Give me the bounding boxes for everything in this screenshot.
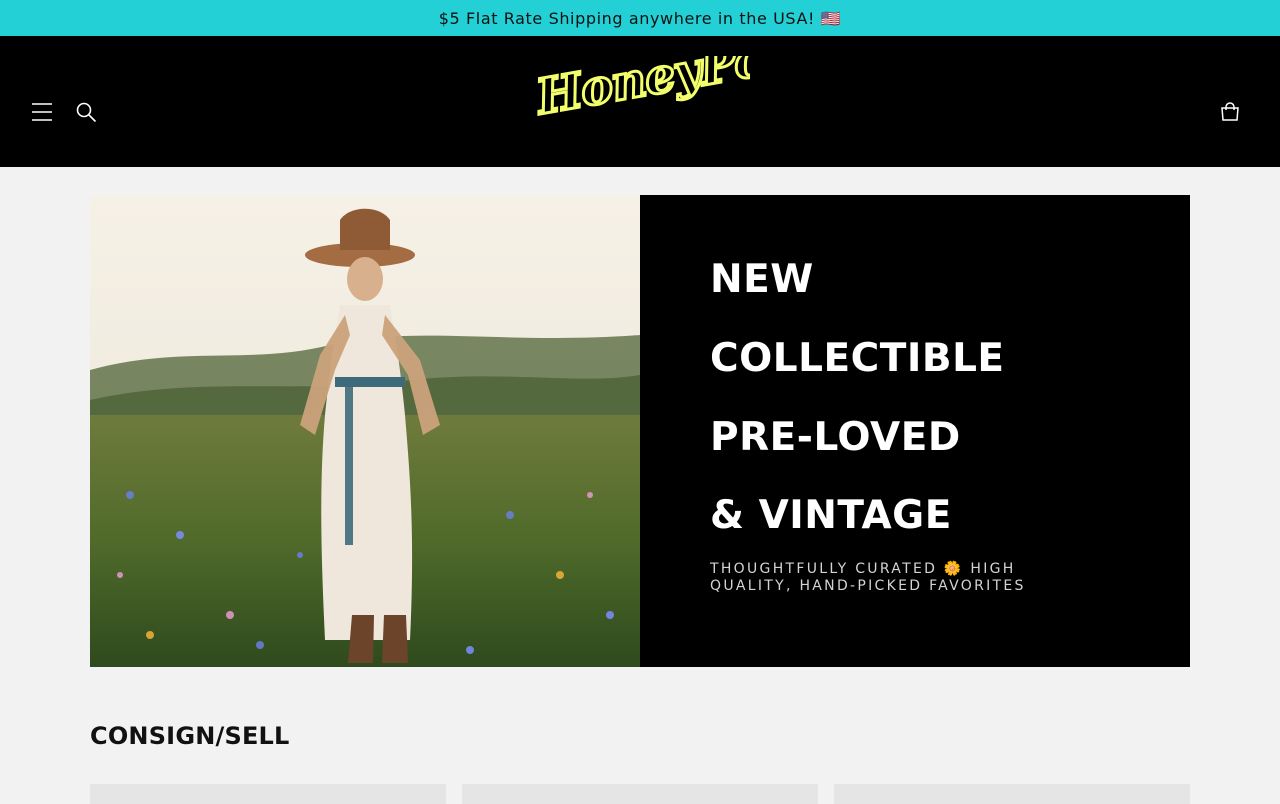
consign-card[interactable] [462,784,818,804]
announcement-bar: $5 Flat Rate Shipping anywhere in the US… [0,0,1280,36]
hero-copy: NEW COLLECTIBLE PRE-LOVED & VINTAGE THOU… [640,195,1190,667]
hero-banner: NEW COLLECTIBLE PRE-LOVED & VINTAGE THOU… [90,195,1190,667]
hero-line-2: COLLECTIBLE [710,336,1005,381]
hero-line-1: NEW [710,257,814,302]
hero-line-4: & VINTAGE [710,493,952,538]
search-icon[interactable] [75,101,97,127]
site-logo[interactable]: HoneyPot [529,25,792,146]
consign-card[interactable] [90,784,446,804]
hero-image[interactable] [90,195,640,667]
site-header: HoneyPot [0,25,1280,167]
cart-icon[interactable] [1219,101,1241,127]
honeypot-logo: HoneyPot [529,25,792,127]
consign-sell-heading: CONSIGN/SELL [90,722,290,750]
hero-line-3: PRE-LOVED [710,415,961,460]
consign-card[interactable] [834,784,1190,804]
menu-icon[interactable] [31,103,53,125]
svg-text:HoneyPot: HoneyPot [530,56,750,126]
consign-cards [90,784,1190,804]
announcement-text: $5 Flat Rate Shipping anywhere in the US… [438,8,842,28]
hero-subtitle: THOUGHTFULLY CURATED 🌼 HIGH QUALITY, HAN… [710,561,1026,594]
